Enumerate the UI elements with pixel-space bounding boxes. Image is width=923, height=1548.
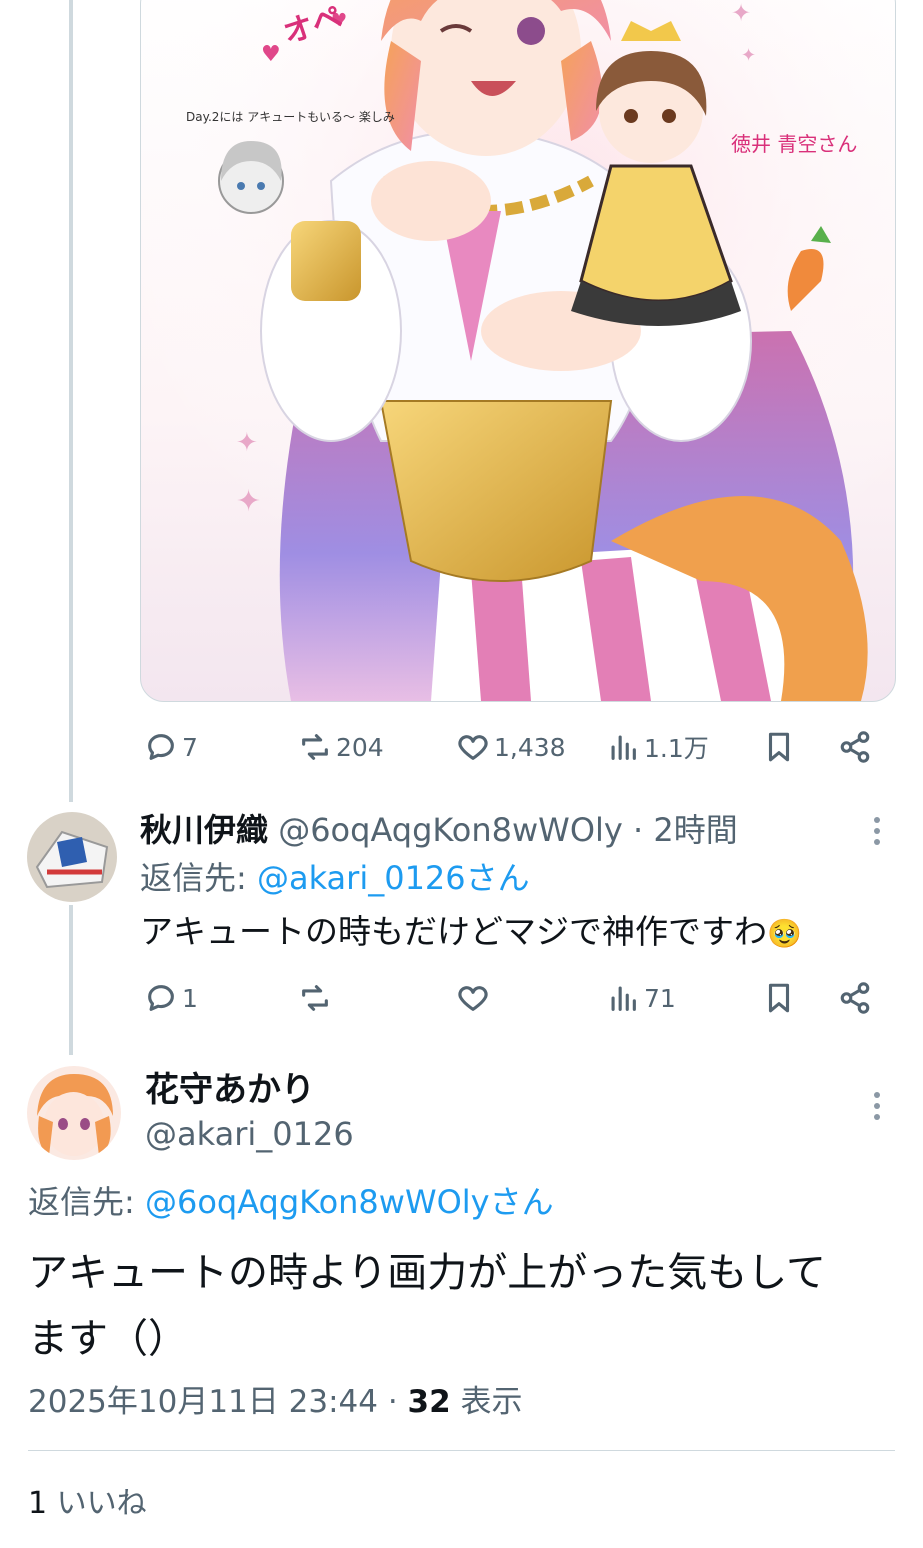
analytics-icon — [611, 735, 636, 760]
reply-button[interactable]: 7 — [144, 722, 198, 772]
share-button[interactable] — [838, 973, 872, 1023]
share-icon — [840, 731, 870, 763]
reply-count: 7 — [182, 732, 198, 762]
repost-count: 204 — [336, 732, 384, 762]
bookmark-icon — [768, 983, 790, 1013]
reply-count: 1 — [182, 983, 198, 1013]
repost-button[interactable]: 204 — [298, 722, 384, 772]
post-meta: 2025年10月11日 23:44 · 32 表示 — [28, 1382, 523, 1422]
emoji: 🥹 — [767, 917, 802, 950]
avatar[interactable] — [27, 1066, 121, 1160]
share-button[interactable] — [838, 722, 872, 772]
reply-actions: 1 71 — [140, 973, 880, 1023]
display-name[interactable]: 花守あかり — [145, 1070, 315, 1110]
thread-line — [69, 905, 73, 1055]
like-button[interactable] — [456, 973, 490, 1023]
views-count: 71 — [644, 983, 676, 1013]
heart-icon — [458, 986, 488, 1011]
views-button[interactable]: 1.1万 — [606, 722, 709, 772]
reply-header: 秋川伊織 @6oqAqgKon8wWOly · 2時間 — [140, 810, 738, 850]
views-count: 1.1万 — [644, 734, 709, 763]
svg-text:✦: ✦ — [741, 45, 756, 66]
bookmark-button[interactable] — [762, 973, 796, 1023]
post-text-line: ます（） — [28, 1316, 188, 1362]
reply-button[interactable]: 1 — [144, 973, 198, 1023]
sneaker-avatar-image — [27, 812, 117, 902]
bookmark-button[interactable] — [762, 722, 796, 772]
thread-line — [69, 0, 73, 802]
reply-to-label: 返信先: — [140, 859, 257, 897]
more-icon — [874, 839, 880, 845]
likes-label: いいね — [47, 1486, 147, 1521]
svg-text:✦: ✦ — [236, 484, 261, 519]
user-handle[interactable]: @akari_0126 — [145, 1115, 354, 1153]
reply-to-label: 返信先: — [28, 1183, 145, 1221]
anime-avatar-image — [27, 1066, 121, 1160]
reply-icon — [148, 734, 174, 760]
more-icon — [874, 1114, 880, 1120]
likes-count: 1 — [28, 1486, 48, 1521]
repost-icon — [302, 985, 328, 1011]
avatar[interactable] — [27, 812, 117, 902]
note-day2: Day.2には アキュートもいる〜 楽しみ — [186, 110, 395, 124]
view-label: 表示 — [450, 1384, 523, 1420]
focal-display-name-row: 花守あかり — [145, 1070, 315, 1110]
more-options-button[interactable] — [874, 817, 882, 850]
post-text-line: アキュートの時より画力が上がった気もして — [28, 1250, 826, 1296]
likes-summary[interactable]: 1 いいね — [28, 1484, 147, 1524]
illustration: ♥ ♥ ✦ ✦ ✦ ✦ オペ Day.2には アキュートもいる〜 楽しみ 徳井 … — [141, 0, 895, 701]
more-icon — [874, 828, 880, 834]
user-handle[interactable]: @6oqAqgKon8wWOly — [278, 811, 623, 849]
more-options-button[interactable] — [874, 1092, 882, 1125]
reply-to-link[interactable]: @akari_0126さん — [257, 859, 530, 897]
post-text: アキュートの時より画力が上がった気もして ます（） — [28, 1240, 908, 1372]
svg-text:✦: ✦ — [236, 428, 258, 458]
post-image[interactable]: ♥ ♥ ✦ ✦ ✦ ✦ オペ Day.2には アキュートもいる〜 楽しみ 徳井 … — [140, 0, 896, 702]
reply-to-line: 返信先: @6oqAqgKon8wWOlyさん — [28, 1182, 554, 1222]
views-button[interactable]: 71 — [606, 973, 676, 1023]
more-icon — [874, 817, 880, 823]
like-button[interactable]: 1,438 — [456, 722, 566, 772]
reply-to-link[interactable]: @6oqAqgKon8wWOlyさん — [145, 1183, 554, 1221]
post-timestamp[interactable]: 2025年10月11日 23:44 · — [28, 1384, 408, 1420]
reply-to-line: 返信先: @akari_0126さん — [140, 858, 530, 898]
divider — [28, 1450, 895, 1451]
post-time[interactable]: · 2時間 — [633, 811, 738, 849]
more-icon — [874, 1092, 880, 1098]
display-name[interactable]: 秋川伊織 — [140, 811, 268, 849]
view-count: 32 — [407, 1384, 451, 1420]
reply-icon — [148, 985, 174, 1011]
analytics-icon — [611, 986, 636, 1011]
focal-handle-row: @akari_0126 — [145, 1114, 354, 1154]
more-icon — [874, 1103, 880, 1109]
bookmark-icon — [768, 732, 790, 762]
reply-text: アキュートの時もだけどマジで神作ですわ🥹 — [140, 910, 802, 956]
heart-icon — [458, 735, 488, 760]
reply-text-content: アキュートの時もだけどマジで神作ですわ — [140, 912, 767, 951]
svg-text:♥: ♥ — [261, 42, 281, 67]
note-name: 徳井 青空さん — [731, 132, 857, 156]
repost-icon — [302, 734, 328, 760]
share-icon — [840, 982, 870, 1014]
repost-button[interactable] — [298, 973, 332, 1023]
svg-text:✦: ✦ — [731, 0, 751, 27]
main-post-actions: 7 204 1,438 1.1万 — [140, 722, 880, 772]
like-count: 1,438 — [494, 732, 566, 762]
